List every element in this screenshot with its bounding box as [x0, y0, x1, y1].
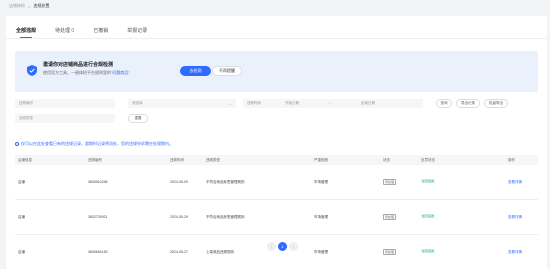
- notice-text: 仅可以在此处查看已有的违规记录，超期时记录将消失，您的违规申诉需在处理期内。: [15, 141, 173, 147]
- view-detail-link[interactable]: 查看详情: [508, 180, 522, 185]
- level-cell: 市场管理: [314, 215, 328, 219]
- tab-all[interactable]: 全部违规: [16, 27, 36, 38]
- check-now-button[interactable]: 去检测: [180, 66, 211, 76]
- breadcrumb-parent[interactable]: 店铺体检: [9, 3, 25, 9]
- status-select[interactable]: 请选择 ⌄: [128, 99, 236, 108]
- compliance-banner: 邀请你对店铺商品进行合规检测 使用官方工具，一键体检平台规则里的"问题商品" 去…: [15, 51, 538, 92]
- status-badge: 待处理: [383, 249, 397, 255]
- pending-count: 0: [71, 27, 75, 34]
- violation-id-input[interactable]: 违规编号: [15, 99, 115, 108]
- status-badge: 待处理: [383, 179, 397, 185]
- result-badge: 处罚完成: [421, 249, 436, 253]
- col-status: 状态: [383, 158, 390, 162]
- info-icon: [15, 142, 19, 146]
- chevron-down-icon: ⌄: [228, 101, 232, 106]
- breadcrumb-separator: >: [28, 3, 31, 9]
- type-cell: 上架商品违规规则: [206, 250, 234, 254]
- end-date[interactable]: 结束日期: [361, 101, 375, 106]
- type-cell: 不符合商品标签管理规则: [206, 215, 245, 219]
- shop-cell: 店铺: [18, 250, 25, 254]
- date-range-picker[interactable]: 违规时间 开始日期 ~ 结束日期: [243, 99, 423, 108]
- table-row: 店铺 3840654153 2024-05-27 上架商品违规规则 市场管理 待…: [15, 235, 538, 269]
- col-level[interactable]: 严重程度: [314, 158, 328, 163]
- view-detail-link[interactable]: 查看详情: [508, 250, 522, 255]
- prev-page-button[interactable]: ‹: [267, 242, 276, 251]
- id-cell: 3840654153: [88, 250, 108, 254]
- tab-bar: 全部违规 待处理 0 已撤销 举报记录: [16, 26, 166, 38]
- page-1-button[interactable]: 1: [278, 242, 287, 251]
- level-cell: 市场管理: [314, 250, 328, 254]
- banner-link[interactable]: "问题商品": [111, 70, 130, 75]
- query-button[interactable]: 查询: [436, 99, 452, 108]
- tab-reports[interactable]: 举报记录: [127, 27, 147, 34]
- reset-button[interactable]: 重置: [128, 114, 148, 123]
- breadcrumb: 店铺体检 > 违规处置: [9, 2, 49, 10]
- shop-cell: 店铺: [18, 180, 25, 184]
- dismiss-button[interactable]: 不再提醒: [212, 66, 242, 76]
- main-panel: 全部违规 待处理 0 已撤销 举报记录 邀请你对店铺商品进行合规检测 使用官方工…: [6, 16, 547, 269]
- banner-title: 邀请你对店铺商品进行合规检测: [43, 62, 114, 68]
- tab-pending[interactable]: 待处理 0: [55, 27, 74, 34]
- status-badge: 待处理: [383, 214, 397, 220]
- level-cell: 市场管理: [314, 180, 328, 184]
- col-date: 违规时间: [170, 158, 184, 162]
- date-cell: 2024-05-09: [170, 180, 188, 184]
- table-row: 店铺 3832725921 2024-05-29 不符合商品标签管理规则 市场管…: [15, 200, 538, 235]
- id-cell: 3832725921: [88, 215, 108, 219]
- id-cell: 3840910248: [88, 180, 108, 184]
- shop-cell: 店铺: [18, 215, 25, 219]
- shield-icon: [27, 65, 37, 76]
- table-header: 店铺信息 违规编号 违规时间 违规类型 严重程度 状态 处罚状态 操作: [15, 155, 538, 165]
- type-cell: 不符合商品标签管理规则: [206, 180, 245, 184]
- col-type: 违规类型: [206, 158, 220, 162]
- date-cell: 2024-05-27: [170, 250, 188, 254]
- batch-export-button[interactable]: 批量导出: [484, 99, 508, 108]
- export-button[interactable]: 导出记录: [456, 99, 480, 108]
- violation-type-input[interactable]: 违规类型: [15, 114, 115, 123]
- breadcrumb-current: 违规处置: [33, 3, 50, 8]
- table-row: 店铺 3840910248 2024-05-09 不符合商品标签管理规则 市场管…: [15, 165, 538, 200]
- pagination: ‹ 1 ›: [267, 242, 298, 251]
- view-detail-link[interactable]: 查看详情: [508, 215, 522, 220]
- date-cell: 2024-05-29: [170, 215, 188, 219]
- tab-revoked[interactable]: 已撤销: [93, 27, 108, 34]
- next-page-button[interactable]: ›: [289, 242, 298, 251]
- result-badge: 处罚完成: [421, 179, 436, 183]
- col-action: 操作: [508, 158, 515, 162]
- start-date[interactable]: 开始日期: [285, 101, 299, 106]
- result-badge: 处罚完成: [421, 214, 436, 218]
- col-result[interactable]: 处罚状态: [421, 158, 435, 163]
- col-id: 违规编号: [88, 158, 102, 162]
- banner-description: 使用官方工具，一键体检平台规则里的"问题商品": [43, 70, 130, 75]
- tab-divider: [6, 38, 547, 39]
- col-shop: 店铺信息: [18, 158, 32, 162]
